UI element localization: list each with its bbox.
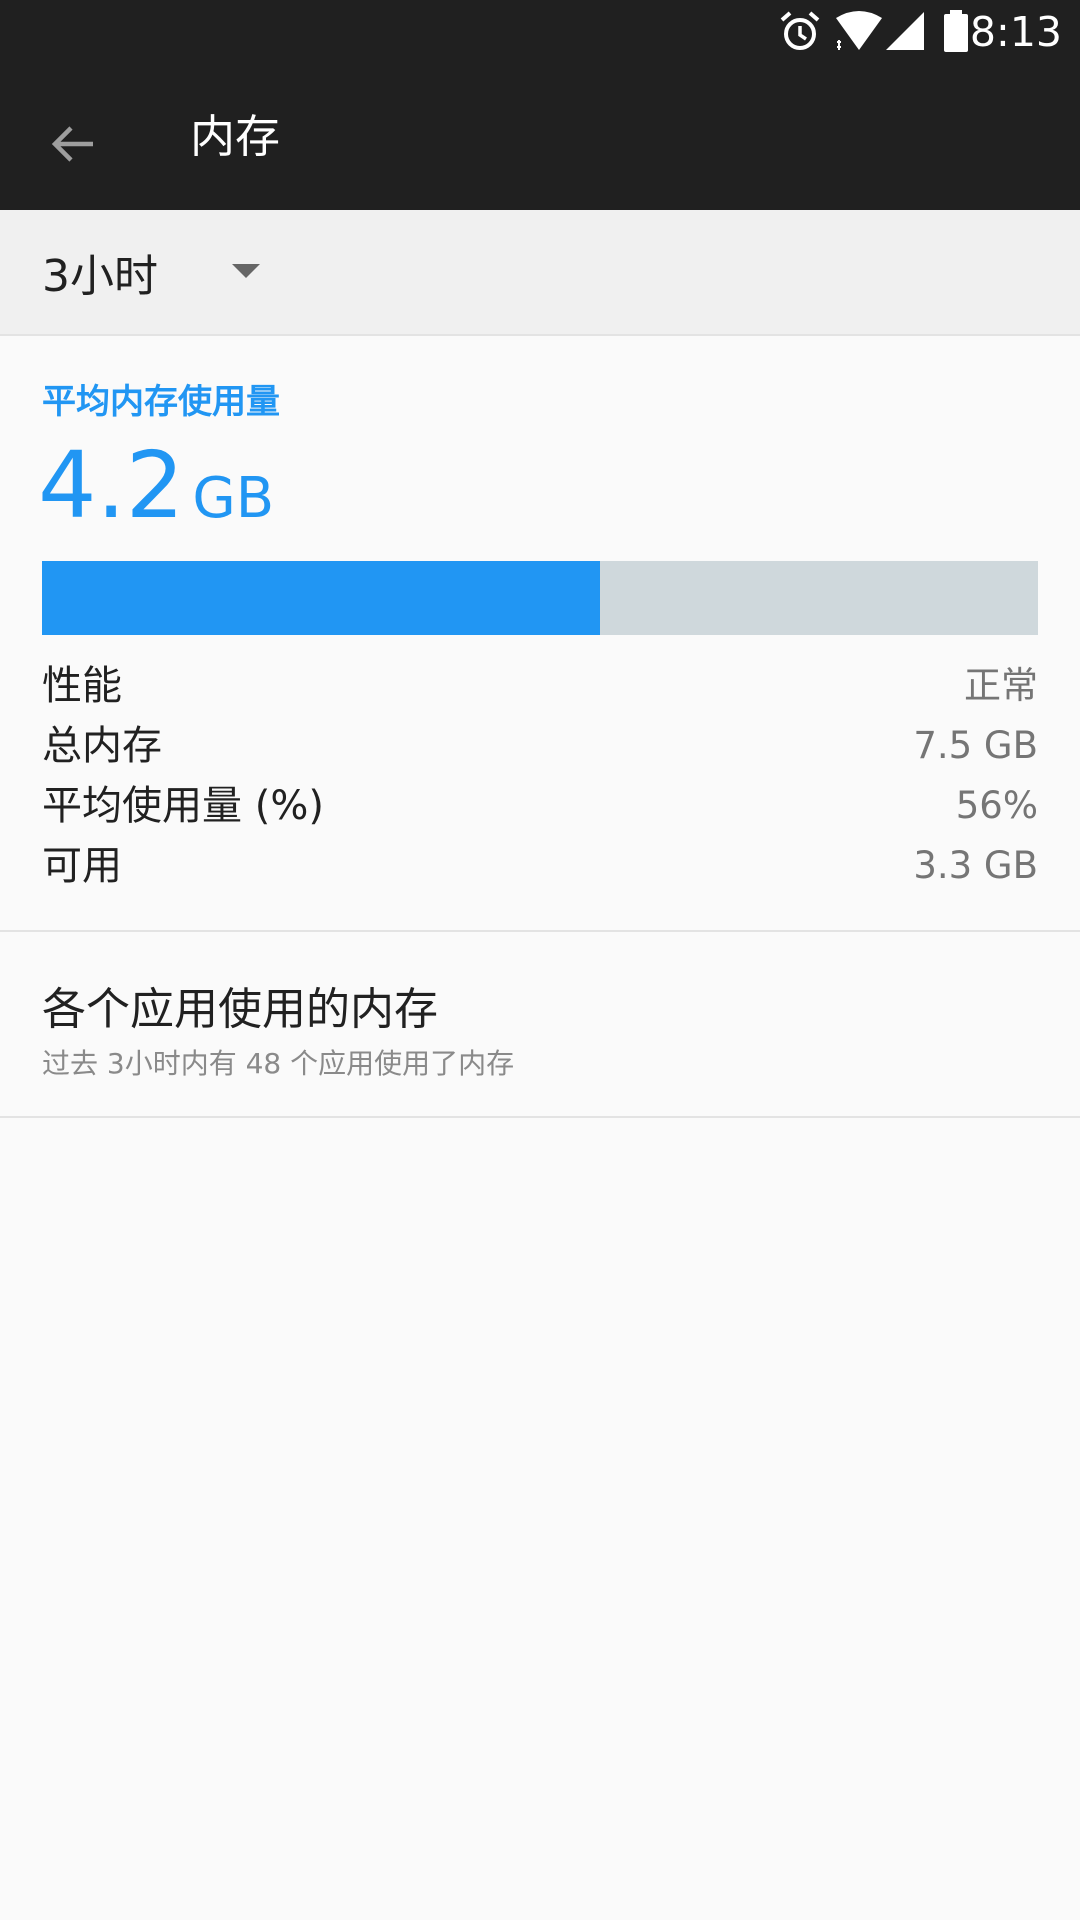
average-memory-unit: GB bbox=[192, 466, 275, 531]
arrow-back-icon bbox=[51, 126, 93, 162]
wifi-icon bbox=[836, 11, 882, 50]
app-memory-subtitle: 过去 3小时内有 48 个应用使用了内存 bbox=[42, 1047, 515, 1080]
stat-value: 56% bbox=[955, 784, 1038, 827]
period-dropdown-value: 3小时 bbox=[42, 251, 158, 302]
stat-label: 平均使用量 (%) bbox=[42, 783, 324, 829]
average-memory-number: 4.2 bbox=[38, 432, 185, 539]
page-title: 内存 bbox=[190, 110, 281, 163]
stat-label: 总内存 bbox=[42, 723, 162, 769]
stat-label: 可用 bbox=[42, 843, 122, 889]
stat-label: 性能 bbox=[42, 663, 122, 709]
divider bbox=[0, 1116, 1080, 1118]
period-dropdown[interactable]: 3小时 bbox=[28, 232, 298, 312]
stat-row-available: 可用 3.3 GB bbox=[42, 836, 1038, 896]
stat-value: 7.5 GB bbox=[913, 724, 1038, 767]
app-bar: 内存 bbox=[0, 63, 1080, 210]
memory-summary: 平均内存使用量 4.2 GB 性能 正常 总内存 7.5 GB 平均使用量 (%)… bbox=[0, 336, 1080, 930]
stat-value: 3.3 GB bbox=[913, 844, 1038, 887]
memory-usage-fill bbox=[42, 561, 600, 635]
alarm-icon bbox=[780, 11, 820, 50]
battery-icon bbox=[944, 10, 968, 52]
average-memory-label: 平均内存使用量 bbox=[42, 382, 280, 422]
caret-down-icon bbox=[232, 264, 260, 278]
app-memory-title: 各个应用使用的内存 bbox=[42, 984, 438, 1035]
memory-usage-bar bbox=[42, 561, 1038, 635]
app-memory-list-item[interactable]: 各个应用使用的内存 过去 3小时内有 48 个应用使用了内存 bbox=[0, 932, 1080, 1116]
filter-row: 3小时 bbox=[0, 210, 1080, 336]
stat-row-average-usage: 平均使用量 (%) 56% bbox=[42, 776, 1038, 836]
status-time: 8:13 bbox=[969, 8, 1062, 56]
status-bar: 8:13 bbox=[0, 0, 1080, 63]
stat-row-total-memory: 总内存 7.5 GB bbox=[42, 716, 1038, 776]
stat-value: 正常 bbox=[964, 664, 1038, 707]
memory-screen: 8:13 内存 3小时 平均内存使用量 4.2 GB 性能 正常 总内存 7.5… bbox=[0, 0, 1080, 1920]
stat-row-performance: 性能 正常 bbox=[42, 656, 1038, 716]
back-button[interactable] bbox=[28, 99, 118, 189]
average-memory-value: 4.2 GB bbox=[38, 436, 274, 562]
signal-icon bbox=[886, 12, 924, 50]
